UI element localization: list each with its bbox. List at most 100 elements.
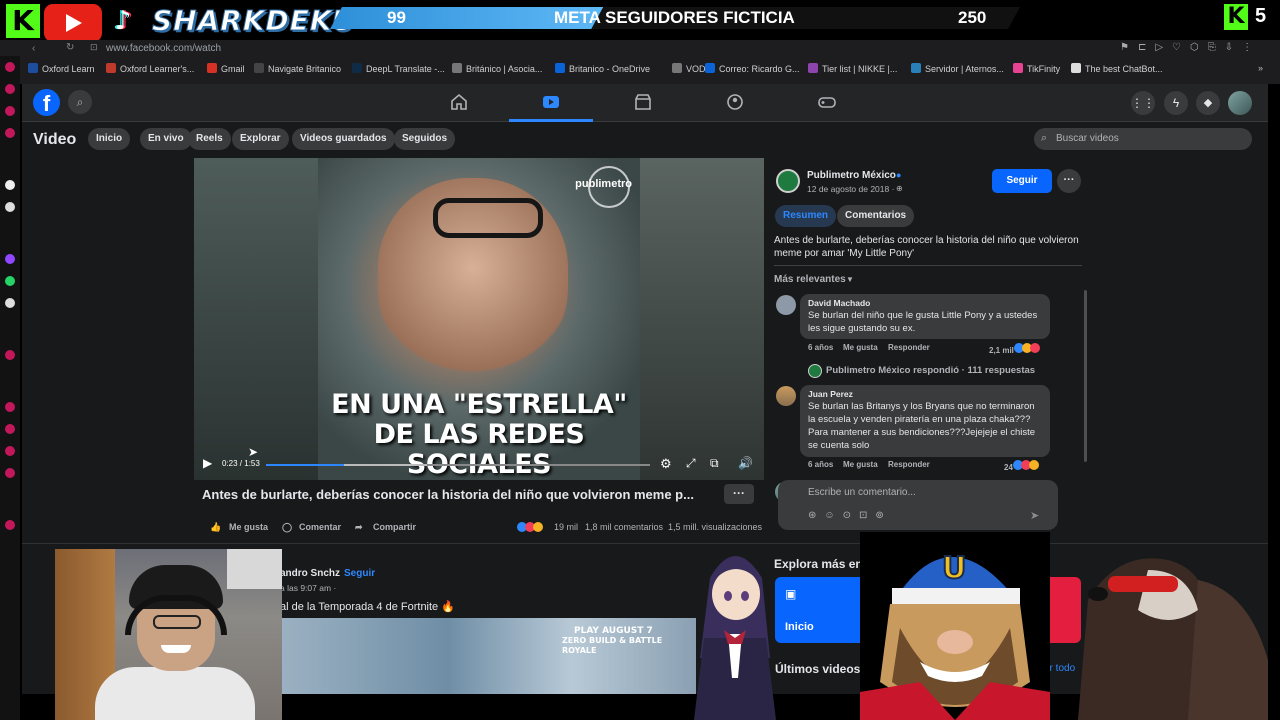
video-player[interactable]: publimetro EN UNA "ESTRELLA" DE LAS REDE…	[194, 158, 764, 480]
sidebar-app-icon[interactable]	[5, 62, 15, 72]
comments-scrollbar[interactable]	[1084, 290, 1087, 462]
bookmark-item[interactable]: Británico | Asocia...	[452, 63, 542, 74]
explore-live-card[interactable]	[1050, 577, 1081, 643]
goal-target: 250	[958, 8, 987, 27]
twitch-icon[interactable]	[5, 254, 15, 264]
video-tab-explorar[interactable]: Explorar	[232, 128, 289, 150]
reaction-count[interactable]: 19 mil	[554, 521, 578, 533]
search-icon[interactable]: ⌕	[68, 90, 92, 114]
comment-like-button[interactable]: Me gusta	[843, 343, 878, 353]
bookmark-item[interactable]: Britanico - OneDrive	[555, 63, 650, 74]
video-tab-inicio[interactable]: Inicio	[88, 128, 131, 150]
volume-icon[interactable]: 🔊	[738, 456, 753, 470]
composer-tool-icons[interactable]: ⊛☺⊙⊡⊚	[808, 510, 892, 521]
comment-button[interactable]: Comentar	[299, 521, 341, 533]
marketplace-icon[interactable]	[634, 93, 652, 111]
sidebar-app-icon[interactable]	[5, 402, 15, 412]
feed-author[interactable]: andro Snchz	[280, 568, 340, 580]
pip-icon[interactable]: ⧉	[710, 456, 719, 471]
share-button[interactable]: Compartir	[373, 521, 416, 533]
bookmark-item[interactable]: Servidor | Aternos...	[911, 63, 1004, 74]
sidebar-app-icon[interactable]	[5, 520, 15, 530]
video-tab-reels[interactable]: Reels	[188, 128, 231, 150]
image-text-1: PLAY AUGUST 7	[574, 626, 653, 636]
bookmark-favicon-icon	[1071, 63, 1081, 73]
site-info-icon[interactable]: ⊡	[90, 42, 98, 53]
reply-summary[interactable]: Publimetro México respondió · 111 respue…	[826, 365, 1035, 377]
menu-grid-icon[interactable]: ⋮⋮	[1131, 91, 1155, 115]
bookmarks-overflow-icon[interactable]: »	[1258, 63, 1263, 73]
video-tab-seguidos[interactable]: Seguidos	[394, 128, 456, 150]
sidebar-app-icon[interactable]	[5, 106, 15, 116]
home-icon[interactable]	[450, 93, 468, 111]
sidebar-app-icon[interactable]	[5, 446, 15, 456]
comment-count[interactable]: 1,8 mil comentarios	[585, 521, 663, 533]
comment-avatar[interactable]	[776, 295, 796, 315]
sidebar-app-icon[interactable]	[5, 468, 15, 478]
notifications-icon[interactable]: ◆	[1196, 91, 1220, 115]
bookmark-item[interactable]: Oxford Learn	[28, 63, 95, 74]
bookmark-item[interactable]: The best ChatBot...	[1071, 63, 1163, 74]
bookmark-item[interactable]: Oxford Learner's...	[106, 63, 194, 74]
bookmark-item[interactable]: DeepL Translate -...	[352, 63, 445, 74]
chevron-down-icon[interactable]: ▼	[846, 275, 854, 284]
sidebar-app-icon[interactable]	[5, 350, 15, 360]
sidebar-app-icon[interactable]	[5, 84, 15, 94]
video-more-button[interactable]: ···	[724, 484, 754, 504]
sidebar-app-icon[interactable]	[5, 424, 15, 434]
address-bar[interactable]: www.facebook.com/watch	[106, 43, 221, 54]
panel-more-button[interactable]: ···	[1057, 169, 1081, 193]
browser-sidebar	[0, 56, 20, 720]
comment-author[interactable]: Juan Perez	[808, 389, 1042, 400]
browser-toolbar-icons[interactable]: ⚑⊏▷♡⬡⎘⇩⋮	[1120, 42, 1261, 53]
profile-avatar[interactable]	[1228, 91, 1252, 115]
bookmark-label: TikFinity	[1027, 64, 1061, 74]
x-icon[interactable]	[5, 298, 15, 308]
follow-button[interactable]: Seguir	[992, 169, 1052, 193]
fullscreen-icon[interactable]: ⤢	[686, 456, 696, 471]
glasses-icon	[153, 615, 201, 629]
messenger-icon[interactable]: ϟ	[1164, 91, 1188, 115]
whatsapp-icon[interactable]	[5, 276, 15, 286]
video-tab-en-vivo[interactable]: En vivo	[140, 128, 192, 150]
explore-inicio-card[interactable]: ▣ Inicio	[775, 577, 860, 643]
play-icon[interactable]: ▶	[203, 456, 212, 470]
comment-avatar[interactable]	[776, 386, 796, 406]
sort-dropdown[interactable]: Más relevantes	[774, 274, 846, 286]
tab-resumen[interactable]: Resumen	[775, 205, 837, 227]
bookmark-item[interactable]: Navigate Britanico	[254, 63, 341, 74]
comment-reply-button[interactable]: Responder	[888, 460, 930, 470]
globe-watermark-icon	[588, 166, 630, 208]
reload-icon[interactable]: ↻	[66, 42, 74, 53]
video-tab-videos-guardados[interactable]: Videos guardados	[292, 128, 395, 150]
comment-input[interactable]: Escribe un comentario...	[808, 487, 916, 498]
page-avatar[interactable]	[776, 169, 800, 193]
feed-follow-link[interactable]: Seguir	[344, 568, 375, 580]
bookmark-item[interactable]: TikFinity	[1013, 63, 1060, 74]
sidebar-app-icon[interactable]	[5, 180, 15, 190]
settings-gear-icon[interactable]: ⚙	[660, 456, 672, 472]
search-videos-input[interactable]: Buscar videos	[1034, 128, 1252, 150]
bookmark-item[interactable]: Gmail	[207, 63, 245, 74]
bookmark-item[interactable]: Tier list | NIKKE |...	[808, 63, 897, 74]
gaming-icon[interactable]	[818, 93, 836, 111]
comment-reply-button[interactable]: Responder	[888, 343, 930, 353]
video-icon[interactable]	[542, 93, 560, 111]
active-tab-indicator	[509, 119, 593, 122]
bookmark-favicon-icon	[555, 63, 565, 73]
comment-composer[interactable]: Escribe un comentario... ⊛☺⊙⊡⊚ ➤	[778, 480, 1058, 530]
sidebar-app-icon[interactable]	[5, 128, 15, 138]
tab-comentarios[interactable]: Comentarios	[837, 205, 915, 227]
video-title[interactable]: Antes de burlarte, deberías conocer la h…	[202, 487, 694, 503]
bookmark-item[interactable]: Correo: Ricardo G...	[705, 63, 800, 74]
send-icon[interactable]: ➤	[1030, 509, 1039, 522]
chatgpt-icon[interactable]	[5, 202, 15, 212]
page-name[interactable]: Publimetro México	[807, 170, 896, 182]
comment-like-button[interactable]: Me gusta	[843, 460, 878, 470]
back-icon[interactable]: ‹	[32, 43, 35, 54]
like-button[interactable]: Me gusta	[229, 521, 268, 533]
groups-icon[interactable]	[726, 93, 744, 111]
comment-author[interactable]: David Machado	[808, 298, 1042, 309]
fortnite-post-image[interactable]: PLAY AUGUST 7 ZERO BUILD & BATTLE ROYALE	[282, 618, 696, 694]
facebook-logo-icon[interactable]: f	[33, 89, 60, 116]
